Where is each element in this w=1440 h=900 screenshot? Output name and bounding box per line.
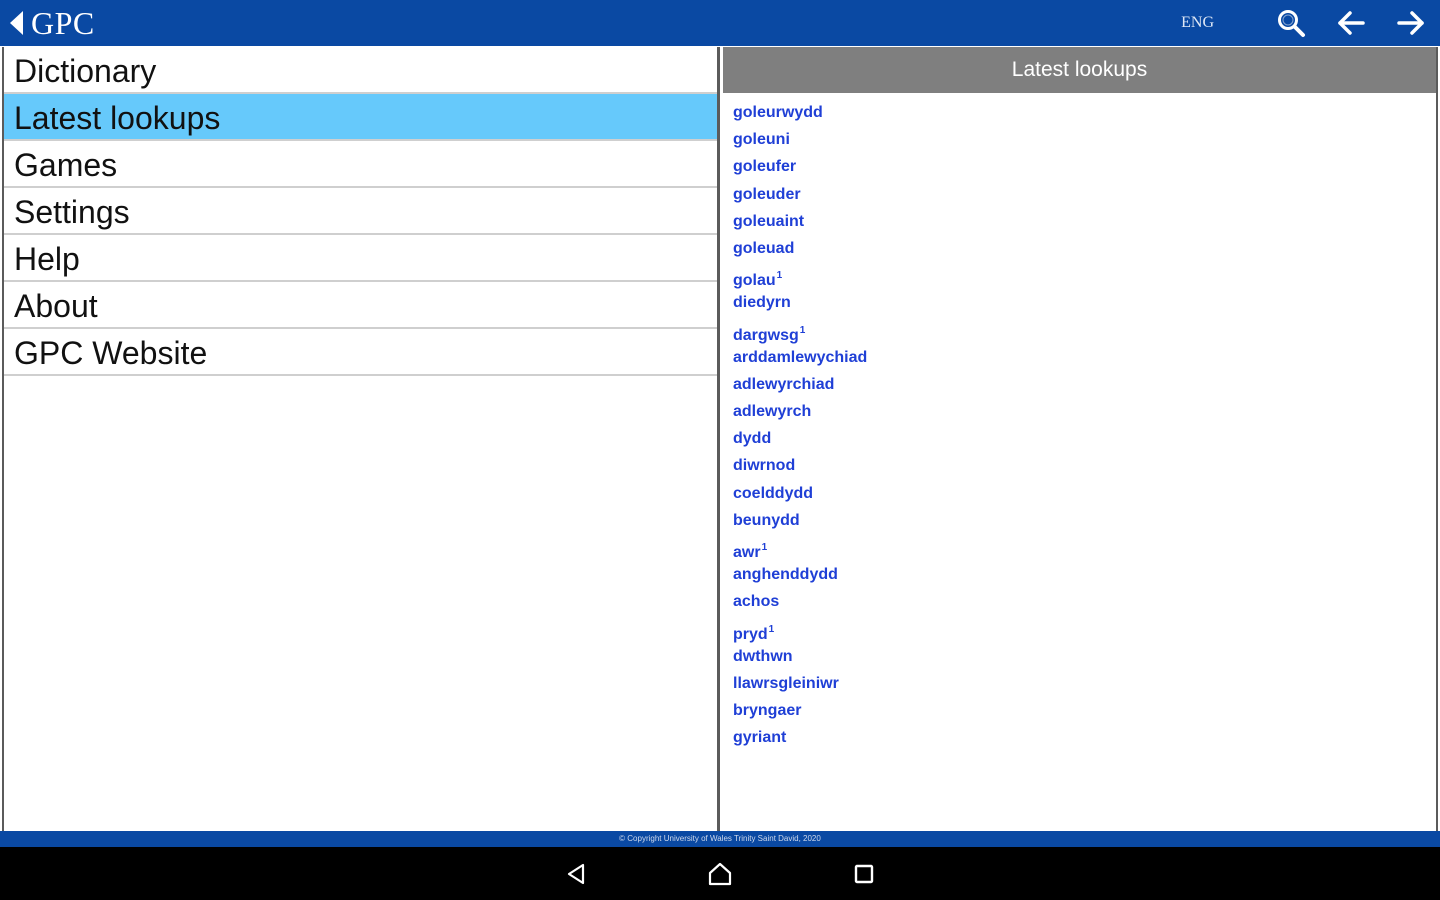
lookup-word: awr: [733, 544, 761, 561]
main-menu: Dictionary Latest lookups Games Settings Hel…: [4, 47, 717, 376]
header-actions: ENG: [1181, 0, 1440, 46]
language-toggle[interactable]: ENG: [1181, 14, 1214, 32]
lookup-link[interactable]: goleuder: [733, 181, 1436, 208]
lookup-word: adlewyrchiad: [733, 375, 835, 393]
lookup-link[interactable]: golau1: [733, 262, 1436, 289]
lookup-word: goleuni: [733, 131, 790, 149]
lookup-link[interactable]: dydd: [733, 425, 1436, 452]
lookup-word: goleurwydd: [733, 104, 823, 121]
lookup-link[interactable]: coelddydd: [733, 480, 1436, 507]
lookup-link[interactable]: beunydd: [733, 507, 1436, 534]
app-title: GPC: [31, 5, 95, 41]
lookup-word: llawrsgleiniwr: [733, 674, 839, 692]
lookup-link[interactable]: dwthwn: [733, 643, 1436, 670]
lookup-word: gyriant: [733, 729, 787, 747]
lookup-word: dydd: [733, 430, 772, 448]
lookup-word: goleuad: [733, 239, 795, 257]
lookup-word: adlewyrch: [733, 403, 812, 421]
menu-item-about[interactable]: About: [4, 282, 717, 329]
lookup-word: goleufer: [733, 158, 797, 176]
back-title-button[interactable]: GPC: [0, 0, 95, 46]
lookup-link[interactable]: adlewyrch: [733, 398, 1436, 425]
top-app-bar: GPC ENG: [0, 0, 1440, 46]
lookup-link[interactable]: goleuni: [733, 126, 1436, 153]
chevron-left-icon: [10, 11, 23, 35]
lookup-word: anghenddydd: [733, 566, 838, 584]
lookup-link[interactable]: achos: [733, 588, 1436, 615]
panel-title: Latest lookups: [723, 47, 1436, 93]
gpc-app: GPC ENG Dictionary Latest lookups Games …: [0, 0, 1440, 900]
lookup-link[interactable]: dargwsg1: [733, 317, 1436, 344]
lookup-link[interactable]: goleurwydd: [733, 99, 1436, 126]
latest-lookups-panel: Latest lookups goleurwydd goleuni goleufer…: [723, 47, 1438, 831]
lookup-link[interactable]: goleufer: [733, 153, 1436, 180]
lookup-word: dargwsg: [733, 326, 799, 344]
lookup-word: coelddydd: [733, 484, 814, 502]
lookup-link[interactable]: diedyrn: [733, 289, 1436, 316]
homograph-number: 1: [761, 542, 768, 553]
lookup-link[interactable]: anghenddydd: [733, 561, 1436, 588]
lookup-link[interactable]: awr1: [733, 534, 1436, 561]
lookup-word: golau: [733, 272, 776, 290]
lookup-word: achos: [733, 593, 780, 611]
lookup-word: goleuder: [733, 185, 801, 203]
menu-item-help[interactable]: Help: [4, 235, 717, 282]
lookup-list: goleurwydd goleuni goleufer goleuder goleuai…: [723, 93, 1436, 752]
lookup-word: arddamlewychiad: [733, 348, 868, 366]
arrow-left-icon[interactable]: [1336, 8, 1366, 38]
lookup-link[interactable]: arddamlewychiad: [733, 344, 1436, 371]
lookup-word: bryngaer: [733, 702, 802, 720]
square-recents-icon[interactable]: [844, 854, 884, 894]
lookup-link[interactable]: goleuaint: [733, 208, 1436, 235]
arrow-right-icon[interactable]: [1396, 8, 1426, 38]
menu-item-games[interactable]: Games: [4, 141, 717, 188]
menu-item-gpc-website[interactable]: GPC Website: [4, 329, 717, 376]
lookup-word: dwthwn: [733, 647, 793, 665]
lookup-link[interactable]: goleuad: [733, 235, 1436, 262]
lookup-link[interactable]: diwrnod: [733, 452, 1436, 479]
homograph-number: 1: [799, 324, 806, 336]
system-nav-bar: [0, 847, 1440, 900]
menu-item-settings[interactable]: Settings: [4, 188, 717, 235]
search-icon[interactable]: [1276, 8, 1306, 38]
lookup-link[interactable]: gyriant: [733, 724, 1436, 751]
main-menu-panel: Dictionary Latest lookups Games Settings Hel…: [2, 47, 720, 831]
copyright-footer: © Copyright University of Wales Trinity …: [0, 831, 1440, 847]
homograph-number: 1: [776, 270, 783, 282]
lookup-word: diwrnod: [733, 457, 796, 475]
lookup-word: beunydd: [733, 511, 800, 529]
home-icon[interactable]: [700, 854, 740, 894]
lookup-word: goleuaint: [733, 212, 805, 230]
lookup-link[interactable]: adlewyrchiad: [733, 371, 1436, 398]
lookup-word: diedyrn: [733, 294, 791, 312]
triangle-back-icon[interactable]: [556, 854, 596, 894]
lookup-link[interactable]: pryd1: [733, 616, 1436, 643]
lookup-link[interactable]: bryngaer: [733, 697, 1436, 724]
menu-item-dictionary[interactable]: Dictionary: [4, 47, 717, 94]
lookup-word: pryd: [733, 625, 768, 643]
lookup-link[interactable]: llawrsgleiniwr: [733, 670, 1436, 697]
homograph-number: 1: [768, 623, 775, 635]
menu-item-latest-lookups[interactable]: Latest lookups: [4, 94, 717, 141]
